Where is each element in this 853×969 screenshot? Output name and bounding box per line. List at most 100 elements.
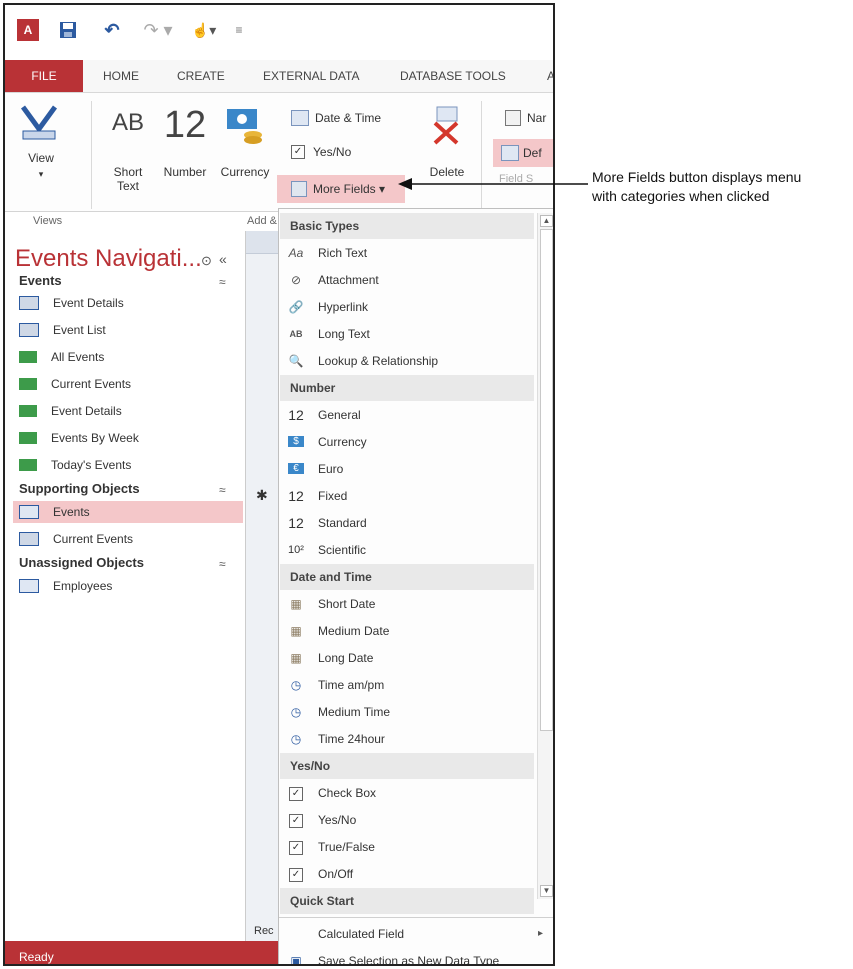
record-navigator-label[interactable]: Rec xyxy=(254,925,274,937)
menu-item-on-off[interactable]: ✓ On/Off xyxy=(280,860,534,887)
nav-menu-icon[interactable]: ⊙ xyxy=(201,253,212,269)
number-button[interactable]: 12 Number xyxy=(157,103,213,193)
collapse-icon[interactable]: ≈ xyxy=(219,275,226,289)
nav-item-todays-events[interactable]: Today's Events xyxy=(19,454,241,476)
menu-item-currency[interactable]: $ Currency xyxy=(280,428,534,455)
tab-home[interactable]: HOME xyxy=(101,60,141,92)
number-icon: 12 xyxy=(288,514,304,531)
number-icon: 12 xyxy=(163,104,207,146)
customize-icon[interactable]: ≡ xyxy=(231,19,247,41)
menu-item-rich-text[interactable]: Aa Rich Text xyxy=(280,239,534,266)
menu-item-fixed[interactable]: 12 Fixed xyxy=(280,482,534,509)
name-caption-label: Nar xyxy=(527,111,547,125)
menu-item-save-selection[interactable]: ▣ Save Selection as New Data Type xyxy=(280,947,552,966)
date-time-label: Date & Time xyxy=(315,111,382,125)
tab-partial[interactable]: A xyxy=(545,60,553,92)
nav-item-event-list[interactable]: Event List xyxy=(19,319,241,341)
clock-icon: ◷ xyxy=(290,704,302,719)
view-button[interactable]: View ▾ xyxy=(19,103,63,203)
menu-category-quick-start: Quick Start xyxy=(280,888,534,914)
touch-mode-icon[interactable]: ☝▾ xyxy=(189,19,219,41)
more-fields-button[interactable]: More Fields ▾ xyxy=(277,175,405,203)
menu-scrollbar[interactable]: ▲ ▼ xyxy=(537,213,553,899)
nav-group-events[interactable]: Events xyxy=(19,273,62,288)
menu-item-true-false[interactable]: ✓ True/False xyxy=(280,833,534,860)
tab-database-tools[interactable]: DATABASE TOOLS xyxy=(398,60,508,92)
yes-no-label: Yes/No xyxy=(313,145,352,159)
view-icon xyxy=(20,105,58,140)
more-fields-icon xyxy=(291,181,307,197)
new-record-icon: ✱ xyxy=(256,487,268,503)
default-value-button[interactable]: Def xyxy=(493,139,553,167)
menu-category-date-time: Date and Time xyxy=(280,564,534,590)
table-icon xyxy=(19,505,39,519)
yes-no-button[interactable]: ✓ Yes/No xyxy=(291,141,411,163)
default-value-icon xyxy=(501,145,519,161)
report-icon xyxy=(19,378,37,390)
form-icon xyxy=(19,296,39,310)
collapse-pane-icon[interactable]: « xyxy=(219,251,227,267)
calendar-icon: ▦ xyxy=(290,596,302,611)
menu-item-check-box[interactable]: ✓ Check Box xyxy=(280,779,534,806)
collapse-icon[interactable]: ≈ xyxy=(219,557,226,571)
menu-item-long-date[interactable]: ▦ Long Date xyxy=(280,644,534,671)
menu-item-euro[interactable]: € Euro xyxy=(280,455,534,482)
nav-item-current-events-query[interactable]: Current Events xyxy=(19,528,241,550)
save-selection-icon: ▣ xyxy=(290,953,302,966)
number-icon: 12 xyxy=(288,406,304,423)
short-text-button[interactable]: AB Short Text xyxy=(105,109,151,193)
tab-external-data[interactable]: EXTERNAL DATA xyxy=(261,60,361,92)
nav-item-event-details-report[interactable]: Event Details xyxy=(19,400,241,422)
access-app-icon[interactable]: A xyxy=(17,19,39,41)
menu-item-short-date[interactable]: ▦ Short Date xyxy=(280,590,534,617)
scroll-down-icon[interactable]: ▼ xyxy=(540,885,553,897)
form-icon xyxy=(19,323,39,337)
nav-title[interactable]: Events Navigati... xyxy=(15,245,202,273)
default-value-label: Def xyxy=(523,146,542,160)
nav-item-current-events-report[interactable]: Current Events xyxy=(19,373,241,395)
menu-item-yes-no[interactable]: ✓ Yes/No xyxy=(280,806,534,833)
menu-item-long-text[interactable]: AB Long Text xyxy=(280,320,534,347)
scroll-up-icon[interactable]: ▲ xyxy=(540,215,553,227)
access-window: A ↶ ↷ ▾ ☝▾ ≡ FILE HOME CREATE EXTERNAL D… xyxy=(3,3,555,966)
status-text: Ready xyxy=(19,950,54,964)
nav-item-employees[interactable]: Employees xyxy=(19,575,241,597)
nav-group-supporting-objects[interactable]: Supporting Objects xyxy=(19,481,140,496)
menu-item-general[interactable]: 12 General xyxy=(280,401,534,428)
menu-item-time-am-pm[interactable]: ◷ Time am/pm xyxy=(280,671,534,698)
rich-text-icon: Aa xyxy=(288,245,304,260)
menu-item-standard[interactable]: 12 Standard xyxy=(280,509,534,536)
tab-file[interactable]: FILE xyxy=(5,60,83,92)
nav-item-all-events[interactable]: All Events xyxy=(19,346,241,368)
currency-icon: $ xyxy=(288,436,304,447)
date-time-button[interactable]: Date & Time xyxy=(291,107,411,129)
menu-item-medium-date[interactable]: ▦ Medium Date xyxy=(280,617,534,644)
undo-icon[interactable]: ↶ xyxy=(101,19,123,41)
calendar-icon: ▦ xyxy=(290,650,302,665)
nav-item-event-details-form[interactable]: Event Details xyxy=(19,292,241,314)
menu-item-medium-time[interactable]: ◷ Medium Time xyxy=(280,698,534,725)
long-text-icon: AB xyxy=(289,328,303,339)
menu-item-lookup-relationship[interactable]: 🔍 Lookup & Relationship xyxy=(280,347,534,374)
currency-button[interactable]: Currency xyxy=(217,105,273,195)
menu-item-hyperlink[interactable]: 🔗 Hyperlink xyxy=(280,293,534,320)
nav-item-events-by-week[interactable]: Events By Week xyxy=(19,427,241,449)
scroll-thumb[interactable] xyxy=(540,229,553,731)
menu-item-scientific[interactable]: 10² Scientific xyxy=(280,536,534,563)
menu-item-calculated-field[interactable]: Calculated Field ▸ xyxy=(280,920,552,947)
collapse-icon[interactable]: ≈ xyxy=(219,483,226,497)
tab-create[interactable]: CREATE xyxy=(175,60,227,92)
navigation-pane: Events Navigati... ⊙ « Events ≈ Event De… xyxy=(5,231,246,941)
checkbox-icon: ✓ xyxy=(289,840,303,855)
save-icon[interactable] xyxy=(57,19,79,41)
name-caption-button[interactable]: Nar xyxy=(505,107,553,129)
table-icon xyxy=(19,579,39,593)
nav-item-events-table[interactable]: Events xyxy=(13,501,243,523)
quick-access-toolbar: A ↶ ↷ ▾ ☝▾ ≡ xyxy=(5,5,553,57)
nav-group-unassigned-objects[interactable]: Unassigned Objects xyxy=(19,555,144,570)
checkbox-icon: ✓ xyxy=(289,786,303,801)
menu-item-attachment[interactable]: ⊘ Attachment xyxy=(280,266,534,293)
redo-icon[interactable]: ↷ ▾ xyxy=(143,19,173,41)
menu-item-time-24hour[interactable]: ◷ Time 24hour xyxy=(280,725,534,752)
currency-label: Currency xyxy=(220,165,270,179)
